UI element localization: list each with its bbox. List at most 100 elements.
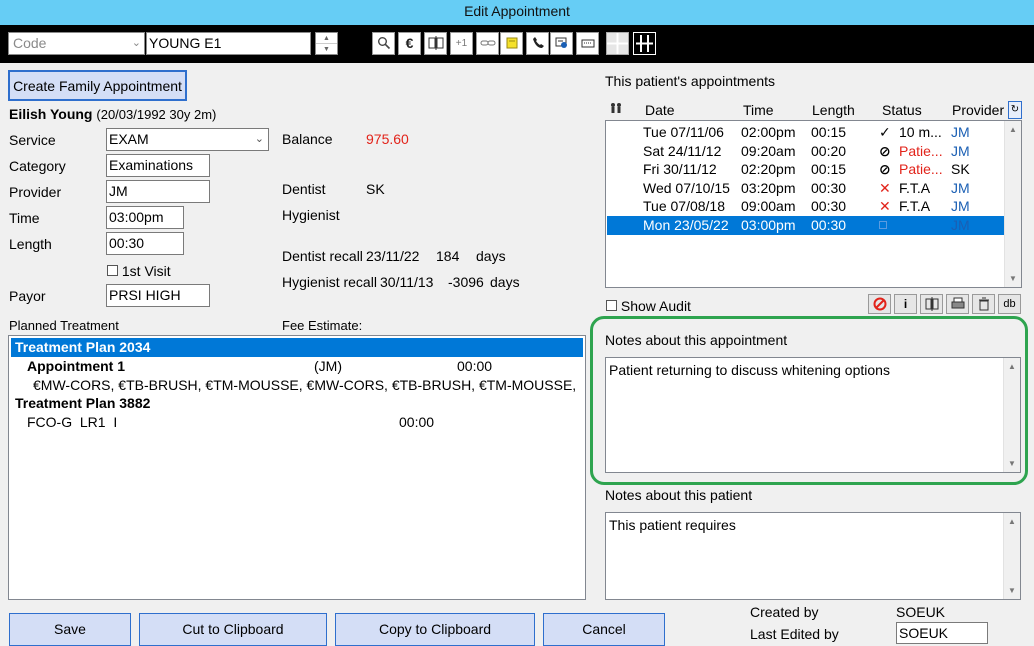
euro-icon[interactable]: € — [398, 32, 421, 55]
check-icon: ✓ — [879, 124, 891, 140]
refresh-icon[interactable]: ↻ — [1008, 101, 1022, 119]
create-family-appointment-button[interactable]: Create Family Appointment — [8, 70, 187, 101]
provider-field[interactable]: JM — [106, 180, 210, 203]
col-date[interactable]: Date — [645, 102, 675, 118]
appointment-row[interactable]: Wed 07/10/15 03:20pm 00:30 ✕ F.T.A JM — [607, 179, 1005, 198]
scroll-down-icon[interactable]: ▼ — [1004, 455, 1020, 472]
appointment-row[interactable]: Tue 07/11/06 02:00pm 00:15 ✓ 10 m... JM — [607, 123, 1005, 142]
treatment-plan-row[interactable]: Treatment Plan 2034 — [11, 338, 583, 357]
provider-label: Provider — [9, 184, 62, 200]
appointment-node[interactable]: Appointment 1 — [27, 357, 125, 376]
payor-field[interactable]: PRSI HIGH — [106, 284, 210, 307]
length-field[interactable]: 00:30 — [106, 232, 184, 255]
col-length[interactable]: Length — [812, 102, 855, 118]
dentist-label: Dentist — [282, 181, 326, 197]
appointment-notes-scrollbar[interactable]: ▲ ▼ — [1003, 358, 1020, 472]
chevron-down-icon: ⌄ — [131, 37, 141, 49]
appointment-length: 00:30 — [811, 179, 847, 196]
treatment-plan-row[interactable]: Treatment Plan 3882 — [15, 394, 150, 413]
last-edited-value: SOEUK — [896, 622, 988, 644]
show-audit-label: Show Audit — [620, 298, 691, 314]
appointments-label: This patient's appointments — [605, 73, 775, 89]
hygienist-recall-date: 30/11/13 — [380, 274, 434, 290]
first-visit-checkbox[interactable] — [107, 265, 118, 276]
plus-one-icon[interactable]: +1 — [450, 32, 473, 55]
db-icon[interactable]: db — [998, 294, 1021, 314]
col-provider[interactable]: Provider — [952, 102, 1004, 118]
scroll-up-icon[interactable]: ▲ — [1005, 121, 1021, 138]
info-icon[interactable]: i — [894, 294, 917, 314]
x-icon: ✕ — [879, 198, 891, 214]
card-icon[interactable] — [550, 32, 573, 55]
cancel-icon: ⊘ — [879, 161, 891, 177]
patient-dob: (20/03/1992 30y 2m) — [96, 107, 217, 122]
spin-down-icon[interactable]: ▼ — [316, 44, 337, 55]
patient-notes-scrollbar[interactable]: ▲ ▼ — [1003, 513, 1020, 599]
planned-treatment-label: Planned Treatment — [9, 318, 119, 333]
appointment-status: F.T.A — [899, 179, 931, 196]
appointments-scrollbar[interactable]: ▲ ▼ — [1004, 121, 1021, 287]
appointment-length: 00:15 — [811, 161, 847, 177]
service-value: EXAM — [109, 131, 149, 147]
scroll-down-icon[interactable]: ▼ — [1004, 582, 1020, 599]
split-icon[interactable] — [920, 294, 943, 314]
appointment-status: Patie... — [899, 142, 943, 159]
appointment-notes-textarea[interactable]: Patient returning to discuss whitening o… — [605, 357, 1021, 473]
print-icon[interactable] — [946, 294, 969, 314]
cancel-button[interactable]: Cancel — [543, 613, 665, 646]
spin-up-icon[interactable]: ▲ — [316, 33, 337, 44]
appointment-length: 00:30 — [811, 198, 847, 214]
code-select[interactable]: Code ⌄ — [8, 32, 145, 55]
first-visit-label: 1st Visit — [121, 263, 171, 279]
scroll-down-icon[interactable]: ▼ — [1005, 270, 1021, 287]
category-field[interactable]: Examinations — [106, 154, 210, 177]
first-visit-checkbox-row[interactable]: 1st Visit — [107, 263, 171, 279]
split-icon[interactable] — [424, 32, 447, 55]
patient-notes-textarea[interactable]: This patient requires ▲ ▼ — [605, 512, 1021, 600]
patient-header: Eilish Young (20/03/1992 30y 2m) — [9, 106, 216, 122]
patient-spinner[interactable]: ▲ ▼ — [315, 32, 338, 55]
treatment-item[interactable]: FCO-G LR1 I — [27, 413, 117, 432]
cut-to-clipboard-button[interactable]: Cut to Clipboard — [139, 613, 327, 646]
appointment-row[interactable]: Sat 24/11/12 09:20am 00:20 ⊘ Patie... JM — [607, 142, 1005, 161]
keyboard-icon[interactable] — [576, 32, 599, 55]
appointments-list[interactable]: Tue 07/11/06 02:00pm 00:15 ✓ 10 m... JM Sat 24… — [605, 120, 1022, 288]
show-audit-row[interactable]: Show Audit — [606, 298, 691, 314]
save-button[interactable]: Save — [9, 613, 131, 646]
scroll-up-icon[interactable]: ▲ — [1004, 358, 1020, 375]
family-icon — [609, 102, 623, 119]
col-status[interactable]: Status — [882, 102, 922, 118]
grid-icon[interactable] — [606, 32, 629, 55]
balance-label: Balance — [282, 131, 333, 147]
copy-to-clipboard-button[interactable]: Copy to Clipboard — [335, 613, 535, 646]
service-select[interactable]: EXAM ⌄ — [106, 128, 269, 151]
phone-icon[interactable] — [526, 32, 549, 55]
appointment-row[interactable]: Tue 07/08/18 09:00am 00:30 ✕ F.T.A JM — [607, 197, 1005, 216]
appointment-date: Sat 24/11/12 — [643, 142, 722, 159]
link-icon[interactable] — [476, 32, 499, 55]
col-time[interactable]: Time — [743, 102, 774, 118]
appointment-status: F.T.A — [899, 198, 931, 214]
time-label: Time — [9, 210, 40, 226]
last-edited-label: Last Edited by — [750, 626, 839, 642]
columns-icon[interactable] — [633, 32, 656, 55]
trash-icon[interactable] — [972, 294, 995, 314]
appointment-row[interactable]: Fri 30/11/12 02:20pm 00:15 ⊘ Patie... SK — [607, 160, 1005, 179]
show-audit-checkbox[interactable] — [606, 300, 617, 311]
appointment-notes-label: Notes about this appointment — [605, 332, 788, 348]
appointment-time: 09:00am — [741, 198, 796, 214]
treatment-tree[interactable]: Treatment Plan 2034 Appointment 1 (JM) 0… — [8, 335, 586, 600]
scroll-up-icon[interactable]: ▲ — [1004, 513, 1020, 530]
fee-estimate-label: Fee Estimate: — [282, 318, 363, 333]
code-select-placeholder: Code — [13, 35, 47, 51]
appointment-row[interactable]: Mon 23/05/22 03:00pm 00:30 JM — [607, 215, 1005, 235]
appointment-provider: SK — [951, 161, 970, 177]
time-field[interactable]: 03:00pm — [106, 206, 184, 229]
patient-search-input[interactable]: YOUNG E1 — [146, 32, 311, 55]
dentist-recall-date: 23/11/22 — [366, 248, 420, 264]
appointment-time: 09:20am — [741, 142, 796, 159]
appointment-provider: JM — [951, 198, 970, 214]
no-entry-icon[interactable] — [868, 294, 891, 314]
note-icon[interactable] — [500, 32, 523, 55]
search-icon[interactable] — [372, 32, 395, 55]
